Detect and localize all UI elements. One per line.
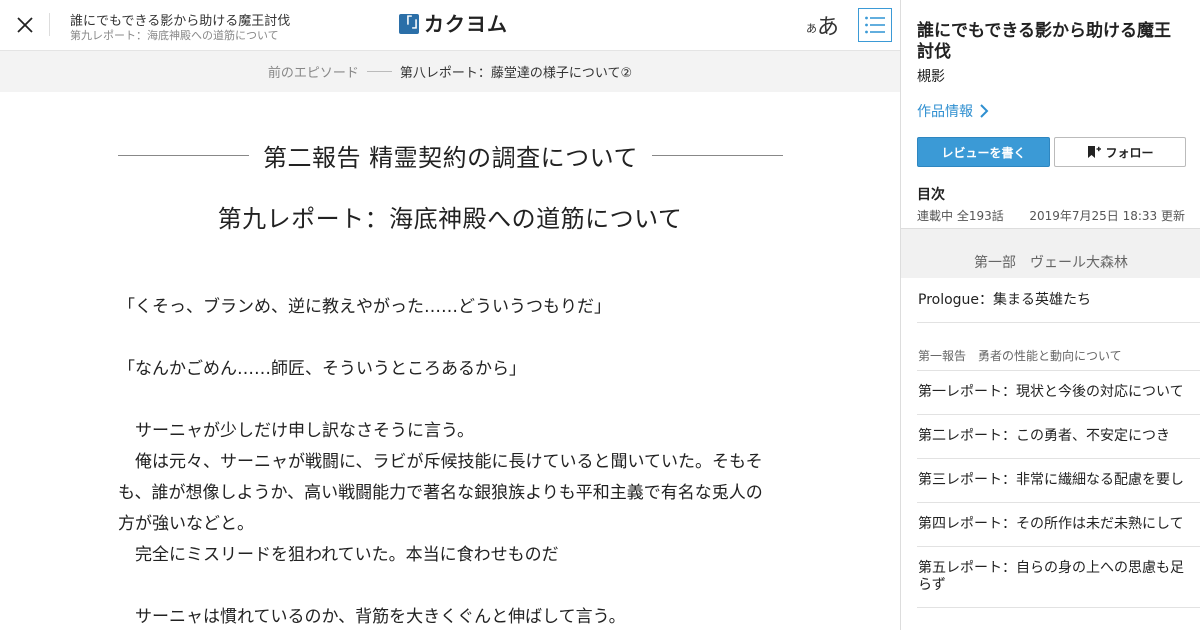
body-paragraph: 俺は元々、サーニャが戦闘に、ラビが斥候技能に長けていると聞いていた。そもそも、誰… bbox=[118, 452, 763, 534]
episode-item[interactable]: 第五レポート：自らの身の上への思慮も足らず bbox=[917, 547, 1200, 608]
part-header: 第一部 ヴェール大森林 bbox=[901, 229, 1200, 278]
bookmark-plus-icon bbox=[1088, 146, 1102, 158]
heading-rule-right bbox=[651, 154, 784, 156]
section-header: 第一報告 勇者の性能と動向について bbox=[917, 323, 1200, 371]
current-episode-subtitle: 第九レポート：海底神殿への道筋について bbox=[70, 29, 279, 42]
logo-mark-icon: 「」 bbox=[399, 14, 425, 34]
sidebar-author[interactable]: 槻影 bbox=[917, 66, 945, 86]
font-size-small-glyph: あ bbox=[806, 22, 817, 35]
previous-episode-link[interactable]: 前のエピソード 第八レポート：藤堂達の様子について② bbox=[0, 51, 900, 92]
write-review-button[interactable]: レビューを書く bbox=[917, 137, 1050, 167]
episode-item[interactable]: 第四レポート：その所作は未だ未熟にして bbox=[917, 503, 1200, 547]
close-icon bbox=[17, 17, 33, 33]
episode-body: 「くそっ、ブランめ、逆に教えやがった……どういうつもりだ」 「なんかごめん……師… bbox=[118, 292, 778, 630]
body-paragraph bbox=[118, 571, 778, 602]
body-paragraph: サーニャが少しだけ申し訳なさそうに言う。 bbox=[118, 421, 474, 441]
font-size-button[interactable]: あ あ bbox=[806, 8, 839, 42]
toc-toggle-button[interactable] bbox=[858, 8, 892, 42]
chapter-title: 第二報告 精霊契約の調査について bbox=[263, 143, 638, 172]
body-paragraph: 「くそっ、ブランめ、逆に教えやがった……どういうつもりだ」 bbox=[118, 297, 611, 317]
toc-sidebar: 誰にでもできる影から助ける魔王討伐 槻影 作品情報 レビューを書く フォロー 目… bbox=[900, 0, 1200, 630]
episode-title: 第九レポート：海底神殿への道筋について bbox=[217, 205, 683, 233]
work-info-label: 作品情報 bbox=[917, 104, 973, 120]
toc-heading: 目次 bbox=[917, 187, 945, 203]
previous-episode-divider bbox=[366, 71, 392, 72]
close-button[interactable] bbox=[12, 12, 38, 38]
font-size-large-glyph: あ bbox=[817, 15, 840, 40]
chevron-right-icon bbox=[980, 104, 989, 118]
heading-rule-left bbox=[118, 154, 250, 156]
episode-item-prologue[interactable]: Prologue：集まる英雄たち bbox=[917, 278, 1200, 323]
follow-label: フォロー bbox=[1105, 145, 1154, 160]
list-icon bbox=[865, 16, 885, 34]
previous-episode-title: 第八レポート：藤堂達の様子について② bbox=[399, 66, 633, 81]
episode-item[interactable]: 第三レポート：非常に繊細なる配慮を要し bbox=[917, 459, 1200, 503]
logo-text: カクヨム bbox=[424, 12, 508, 36]
chapter-heading: 第二報告 精霊契約の調査について bbox=[118, 137, 784, 173]
episode-item[interactable]: 第一レポート：現状と今後の対応について bbox=[917, 371, 1200, 415]
sidebar-work-title[interactable]: 誰にでもできる影から助ける魔王討伐 bbox=[917, 21, 1187, 63]
body-paragraph: サーニャは慣れているのか、背筋を大きくぐんと伸ばして言う。 bbox=[118, 607, 626, 627]
body-paragraph: 「なんかごめん……師匠、そういうところあるから」 bbox=[118, 359, 526, 379]
previous-episode-label: 前のエピソード bbox=[267, 66, 359, 81]
body-paragraph: 完全にミスリードを狙われていた。本当に食わせものだ bbox=[118, 545, 559, 565]
episode-item[interactable]: 第二レポート：この勇者、不安定につき bbox=[917, 415, 1200, 459]
reader-topbar: 誰にでもできる影から助ける魔王討伐 第九レポート：海底神殿への道筋について 「」… bbox=[0, 0, 900, 51]
reader-main: 誰にでもできる影から助ける魔王討伐 第九レポート：海底神殿への道筋について 「」… bbox=[0, 0, 900, 630]
topbar-divider bbox=[49, 13, 50, 36]
last-updated: 2019年7月25日 18:33 更新 bbox=[1029, 209, 1185, 223]
body-paragraph bbox=[118, 385, 778, 416]
episode-list: 第一部 ヴェール大森林 Prologue：集まる英雄たち 第一報告 勇者の性能と… bbox=[901, 228, 1200, 608]
serial-status: 連載中 全193話 bbox=[917, 209, 1004, 223]
follow-button[interactable]: フォロー bbox=[1054, 137, 1186, 167]
work-info-link[interactable]: 作品情報 bbox=[917, 101, 989, 121]
kakuyomu-logo[interactable]: 「」 カクヨム bbox=[399, 12, 508, 36]
body-paragraph bbox=[118, 323, 778, 354]
